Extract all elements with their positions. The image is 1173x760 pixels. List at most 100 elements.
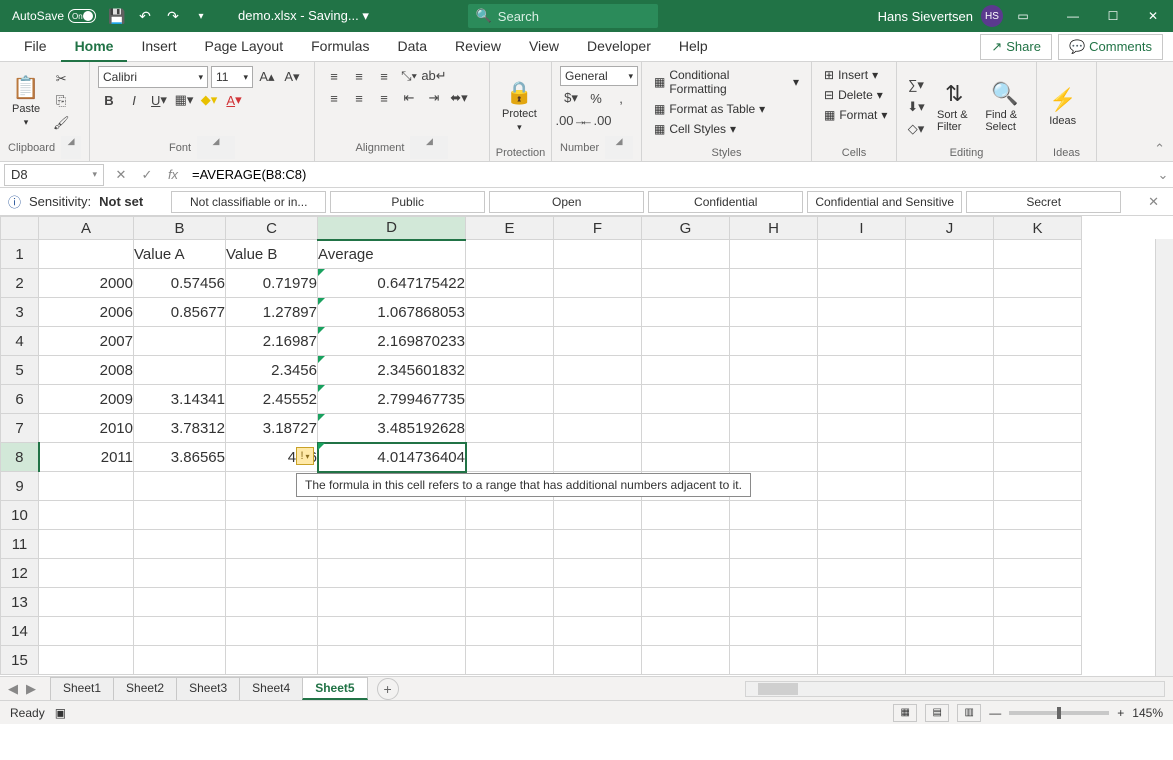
enter-formula-icon[interactable]: ✓ (134, 167, 160, 183)
cell-B3[interactable]: 0.85677 (134, 298, 226, 327)
format-cells-button[interactable]: ▦ Format ▾ (820, 106, 891, 124)
fill-color-button[interactable]: ◆▾ (198, 90, 220, 110)
sensitivity-option[interactable]: Open (489, 191, 644, 213)
cell-J13[interactable] (906, 588, 994, 617)
cell-F2[interactable] (554, 269, 642, 298)
sheet-tab-sheet1[interactable]: Sheet1 (50, 677, 114, 700)
row-header-6[interactable]: 6 (1, 385, 39, 414)
cell-G15[interactable] (642, 646, 730, 675)
cell-D11[interactable] (318, 530, 466, 559)
cell-A1[interactable] (39, 240, 134, 269)
increase-font-icon[interactable]: A▴ (256, 67, 278, 87)
search-input[interactable] (498, 9, 650, 24)
cell-K7[interactable] (994, 414, 1082, 443)
cell-K14[interactable] (994, 617, 1082, 646)
sort-filter-button[interactable]: ⇅Sort & Filter (933, 79, 975, 135)
cell-A5[interactable]: 2008 (39, 356, 134, 385)
cell-I7[interactable] (818, 414, 906, 443)
cell-B11[interactable] (134, 530, 226, 559)
cell-J1[interactable] (906, 240, 994, 269)
cell-G13[interactable] (642, 588, 730, 617)
cell-C13[interactable] (226, 588, 318, 617)
cell-B2[interactable]: 0.57456 (134, 269, 226, 298)
cell-J9[interactable] (906, 472, 994, 501)
align-left-icon[interactable]: ≡ (323, 88, 345, 108)
cell-C2[interactable]: 0.71979 (226, 269, 318, 298)
cell-D12[interactable] (318, 559, 466, 588)
select-all-corner[interactable] (1, 217, 39, 240)
paste-button[interactable]: 📋Paste▾ (8, 73, 44, 130)
sensitivity-option[interactable]: Not classifiable or in... (171, 191, 326, 213)
cell-A7[interactable]: 2010 (39, 414, 134, 443)
cell-E4[interactable] (466, 327, 554, 356)
number-format-select[interactable]: General▾ (560, 66, 638, 86)
cell-K13[interactable] (994, 588, 1082, 617)
col-header-A[interactable]: A (39, 217, 134, 240)
cell-K5[interactable] (994, 356, 1082, 385)
macro-record-icon[interactable]: ▣ (55, 706, 66, 720)
cell-G4[interactable] (642, 327, 730, 356)
cell-A13[interactable] (39, 588, 134, 617)
insert-cells-button[interactable]: ⊞ Insert ▾ (820, 66, 882, 84)
cell-C14[interactable] (226, 617, 318, 646)
sheet-tab-sheet4[interactable]: Sheet4 (239, 677, 303, 700)
cell-G10[interactable] (642, 501, 730, 530)
cell-F1[interactable] (554, 240, 642, 269)
cell-J12[interactable] (906, 559, 994, 588)
cell-G2[interactable] (642, 269, 730, 298)
cell-D3[interactable]: 1.067868053 (318, 298, 466, 327)
search-bar[interactable]: 🔍 (468, 4, 658, 28)
cell-C7[interactable]: 3.18727 (226, 414, 318, 443)
fill-icon[interactable]: ⬇▾ (905, 97, 927, 117)
cell-I12[interactable] (818, 559, 906, 588)
row-header-12[interactable]: 12 (1, 559, 39, 588)
align-top-icon[interactable]: ≡ (323, 66, 345, 86)
menu-tab-developer[interactable]: Developer (573, 32, 665, 62)
cell-I5[interactable] (818, 356, 906, 385)
cell-K9[interactable] (994, 472, 1082, 501)
comments-button[interactable]: 💬 Comments (1058, 34, 1163, 60)
cell-G6[interactable] (642, 385, 730, 414)
view-normal-icon[interactable]: ▦ (893, 704, 917, 722)
row-header-3[interactable]: 3 (1, 298, 39, 327)
cell-E10[interactable] (466, 501, 554, 530)
view-page-layout-icon[interactable]: ▤ (925, 704, 949, 722)
cell-H12[interactable] (730, 559, 818, 588)
cell-C3[interactable]: 1.27897 (226, 298, 318, 327)
cell-E6[interactable] (466, 385, 554, 414)
cell-A12[interactable] (39, 559, 134, 588)
cell-I10[interactable] (818, 501, 906, 530)
dialog-launcher-icon[interactable]: ◢ (61, 136, 81, 159)
increase-decimal-icon[interactable]: .00→ (560, 110, 582, 130)
cell-J6[interactable] (906, 385, 994, 414)
cell-A4[interactable]: 2007 (39, 327, 134, 356)
cell-F14[interactable] (554, 617, 642, 646)
menu-tab-page-layout[interactable]: Page Layout (190, 32, 297, 62)
cell-H14[interactable] (730, 617, 818, 646)
qat-dropdown-icon[interactable]: ▾ (190, 5, 212, 27)
cell-C11[interactable] (226, 530, 318, 559)
collapse-ribbon-icon[interactable]: ⌃ (1154, 141, 1165, 157)
undo-icon[interactable]: ↶ (134, 5, 156, 27)
cell-J14[interactable] (906, 617, 994, 646)
error-indicator-icon[interactable]: !▾ (296, 447, 314, 465)
autosave-toggle[interactable]: AutoSave On (8, 7, 100, 25)
format-as-table-button[interactable]: ▦ Format as Table ▾ (650, 100, 769, 118)
cell-E8[interactable] (466, 443, 554, 472)
bold-button[interactable]: B (98, 90, 120, 110)
cell-C1[interactable]: Value B (226, 240, 318, 269)
spreadsheet-grid[interactable]: ABCDEFGHIJK1Value AValue BAverage220000.… (0, 216, 1173, 676)
align-right-icon[interactable]: ≡ (373, 88, 395, 108)
menu-tab-home[interactable]: Home (61, 32, 128, 62)
cell-C12[interactable] (226, 559, 318, 588)
col-header-F[interactable]: F (554, 217, 642, 240)
cell-D5[interactable]: 2.345601832 (318, 356, 466, 385)
cell-I8[interactable] (818, 443, 906, 472)
cell-B12[interactable] (134, 559, 226, 588)
cell-D2[interactable]: 0.647175422 (318, 269, 466, 298)
expand-formula-icon[interactable]: ⌄ (1153, 167, 1173, 183)
cell-H6[interactable] (730, 385, 818, 414)
cell-H2[interactable] (730, 269, 818, 298)
menu-tab-view[interactable]: View (515, 32, 573, 62)
save-icon[interactable]: 💾 (106, 5, 128, 27)
